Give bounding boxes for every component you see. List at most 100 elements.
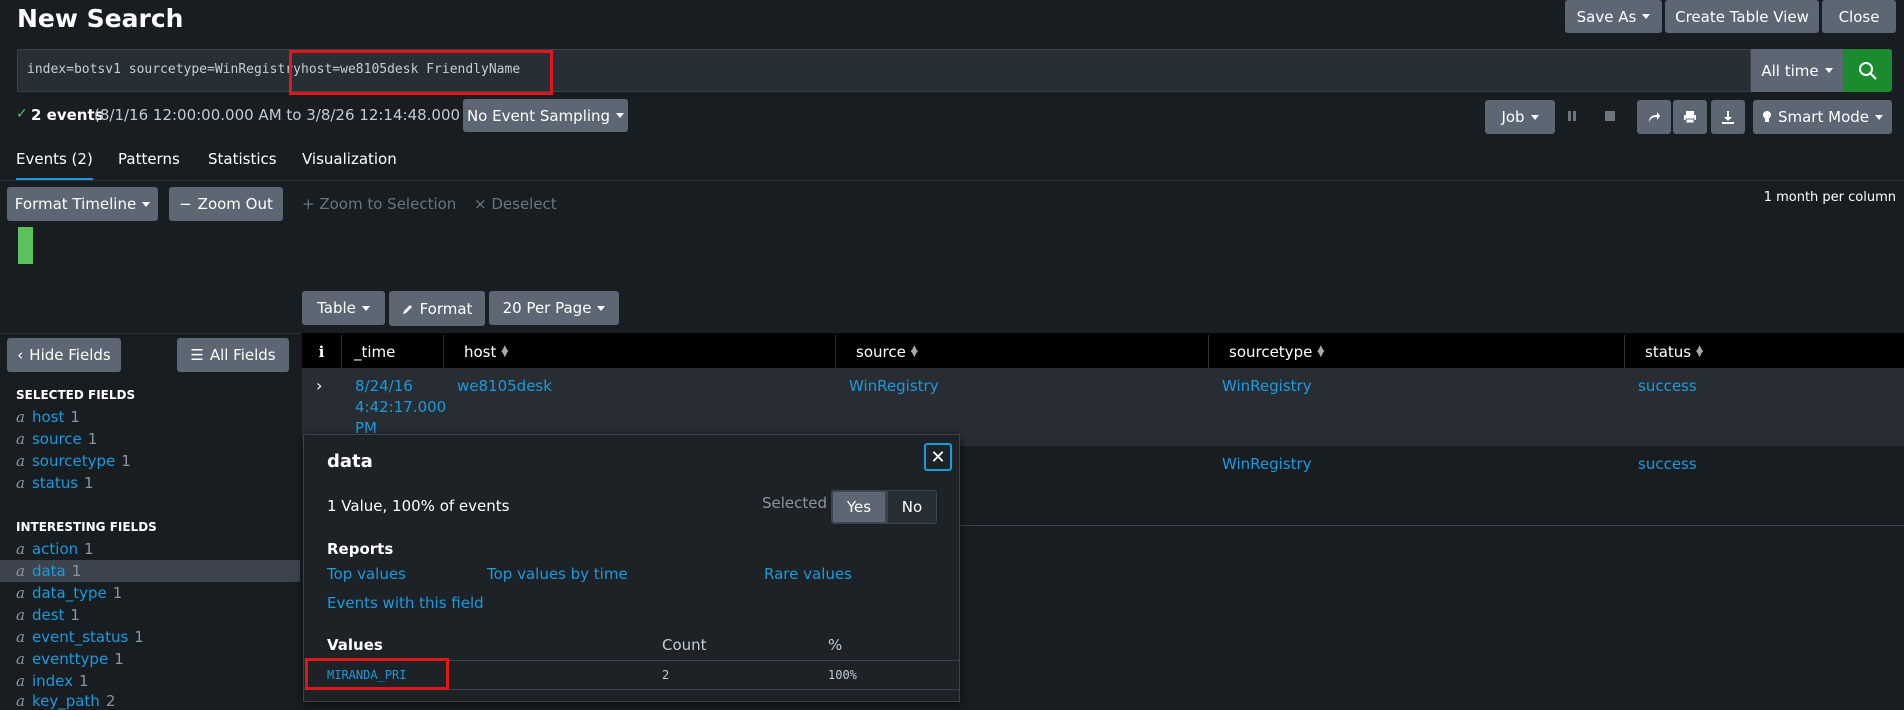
rare-values-link[interactable]: Rare values bbox=[764, 565, 852, 583]
field-count: 1 bbox=[87, 430, 98, 448]
field-eventtype[interactable]: a eventtype 1 bbox=[16, 650, 124, 668]
top-values-link[interactable]: Top values bbox=[327, 565, 406, 583]
event-sampling-dropdown[interactable]: No Event Sampling bbox=[463, 99, 628, 132]
table-view-dropdown[interactable]: Table bbox=[302, 291, 385, 325]
chevron-down-icon bbox=[616, 113, 625, 118]
row1-status[interactable]: success bbox=[1638, 377, 1697, 395]
field-status[interactable]: a status 1 bbox=[16, 474, 94, 492]
value-pct: 100% bbox=[828, 668, 857, 682]
tab-events[interactable]: Events (2) bbox=[16, 150, 93, 181]
field-index[interactable]: a index 1 bbox=[16, 672, 89, 690]
deselect-label: Deselect bbox=[491, 195, 557, 213]
event-time-range: (8/1/16 12:00:00.000 AM to 3/8/26 12:14:… bbox=[94, 106, 494, 124]
selected-no-button[interactable]: No bbox=[887, 490, 937, 524]
field-action[interactable]: a action 1 bbox=[16, 540, 94, 558]
field-data[interactable]: a data 1 bbox=[16, 562, 81, 580]
search-query-part1: index=botsv1 sourcetype=WinRegistry bbox=[27, 62, 301, 77]
pencil-icon bbox=[402, 304, 412, 314]
job-dropdown[interactable]: Job bbox=[1485, 100, 1555, 134]
field-count: 1 bbox=[112, 584, 123, 602]
row1-time-line1[interactable]: 8/24/16 bbox=[355, 377, 413, 395]
row1-host[interactable]: we8105desk bbox=[457, 377, 552, 395]
interesting-fields-heading: INTERESTING FIELDS bbox=[16, 520, 157, 534]
field-host[interactable]: a host 1 bbox=[16, 408, 80, 426]
create-table-view-button[interactable]: Create Table View bbox=[1665, 0, 1819, 33]
type-glyph: a bbox=[16, 452, 25, 470]
stop-icon[interactable] bbox=[1605, 111, 1615, 121]
expand-row-icon[interactable]: › bbox=[316, 376, 322, 395]
close-icon: ✕ bbox=[930, 446, 946, 468]
field-count: 1 bbox=[70, 408, 80, 426]
col-host[interactable]: host ▲ ▼ bbox=[452, 335, 836, 368]
hide-fields-button[interactable]: ‹ Hide Fields bbox=[7, 338, 121, 372]
count-heading: Count bbox=[662, 636, 707, 654]
print-button[interactable] bbox=[1673, 100, 1707, 134]
save-as-label: Save As bbox=[1576, 7, 1637, 26]
field-data-type[interactable]: a data_type 1 bbox=[16, 584, 122, 602]
field-source[interactable]: a source 1 bbox=[16, 430, 97, 448]
field-key-path[interactable]: a key_path 2 bbox=[16, 692, 115, 710]
close-button[interactable]: Close bbox=[1822, 0, 1896, 33]
row2-status[interactable]: success bbox=[1638, 455, 1697, 473]
search-icon bbox=[1858, 61, 1877, 80]
download-icon bbox=[1722, 111, 1734, 124]
minus-icon: − bbox=[179, 195, 192, 213]
row1-source[interactable]: WinRegistry bbox=[849, 377, 939, 395]
values-heading: Values bbox=[327, 636, 383, 654]
col-time[interactable]: _time bbox=[342, 335, 444, 368]
top-values-by-time-link[interactable]: Top values by time bbox=[487, 565, 628, 583]
page-title: New Search bbox=[17, 4, 184, 33]
field-name: source bbox=[31, 430, 82, 448]
tab-statistics[interactable]: Statistics bbox=[208, 150, 277, 168]
chevron-down-icon bbox=[361, 305, 370, 311]
field-event-status[interactable]: a event_status 1 bbox=[16, 628, 144, 646]
field-name: data bbox=[31, 562, 66, 580]
value-count: 2 bbox=[662, 668, 670, 682]
field-name: action bbox=[31, 540, 79, 558]
per-page-dropdown[interactable]: 20 Per Page bbox=[489, 291, 619, 325]
col-sourcetype-label: sourcetype bbox=[1229, 342, 1313, 361]
col-sourcetype[interactable]: sourcetype ▲ ▼ bbox=[1217, 335, 1625, 368]
table-bottom-border bbox=[960, 525, 1904, 526]
export-button[interactable] bbox=[1711, 100, 1745, 134]
format-button[interactable]: Format bbox=[389, 291, 485, 326]
type-glyph: a bbox=[16, 650, 25, 668]
x-icon: × bbox=[474, 195, 492, 213]
deselect-button[interactable]: × Deselect bbox=[474, 195, 557, 213]
smart-mode-label: Smart Mode bbox=[1777, 108, 1869, 126]
tab-patterns[interactable]: Patterns bbox=[118, 150, 180, 168]
col-status[interactable]: status ▲ ▼ bbox=[1633, 335, 1904, 368]
popup-summary: 1 Value, 100% of events bbox=[327, 497, 510, 515]
all-fields-button[interactable]: ☰ All Fields bbox=[177, 338, 289, 372]
events-with-field-link[interactable]: Events with this field bbox=[327, 594, 484, 612]
tab-divider bbox=[0, 180, 1904, 181]
field-name: host bbox=[31, 408, 65, 426]
pause-icon[interactable] bbox=[1566, 110, 1578, 122]
table-view-label: Table bbox=[317, 299, 356, 317]
save-as-button[interactable]: Save As bbox=[1565, 0, 1662, 33]
row1-time-line2[interactable]: 4:42:17.000 bbox=[355, 398, 446, 416]
yes-label: Yes bbox=[846, 498, 872, 516]
time-range-picker[interactable]: All time bbox=[1751, 49, 1843, 92]
lightbulb-icon bbox=[1762, 111, 1771, 122]
timeline-bar[interactable] bbox=[18, 227, 33, 264]
job-label: Job bbox=[1501, 108, 1525, 126]
selected-yes-button[interactable]: Yes bbox=[831, 490, 887, 524]
popup-close-button[interactable]: ✕ bbox=[924, 443, 952, 471]
field-dest[interactable]: a dest 1 bbox=[16, 606, 80, 624]
chevron-down-icon bbox=[1530, 114, 1539, 120]
field-sourcetype[interactable]: a sourcetype 1 bbox=[16, 452, 131, 470]
share-button[interactable] bbox=[1637, 100, 1671, 134]
zoom-to-selection-button[interactable]: + Zoom to Selection bbox=[302, 195, 456, 213]
list-icon: ☰ bbox=[190, 346, 204, 364]
col-status-label: status bbox=[1645, 342, 1692, 361]
row2-sourcetype[interactable]: WinRegistry bbox=[1222, 455, 1312, 473]
col-source[interactable]: source ▲ ▼ bbox=[844, 335, 1209, 368]
smart-mode-dropdown[interactable]: Smart Mode bbox=[1753, 100, 1892, 134]
format-timeline-button[interactable]: Format Timeline bbox=[7, 187, 158, 221]
pct-heading: % bbox=[828, 636, 843, 654]
search-button[interactable] bbox=[1843, 49, 1892, 92]
tab-visualization[interactable]: Visualization bbox=[302, 150, 397, 168]
zoom-out-button[interactable]: − Zoom Out bbox=[169, 187, 283, 221]
row1-sourcetype[interactable]: WinRegistry bbox=[1222, 377, 1312, 395]
